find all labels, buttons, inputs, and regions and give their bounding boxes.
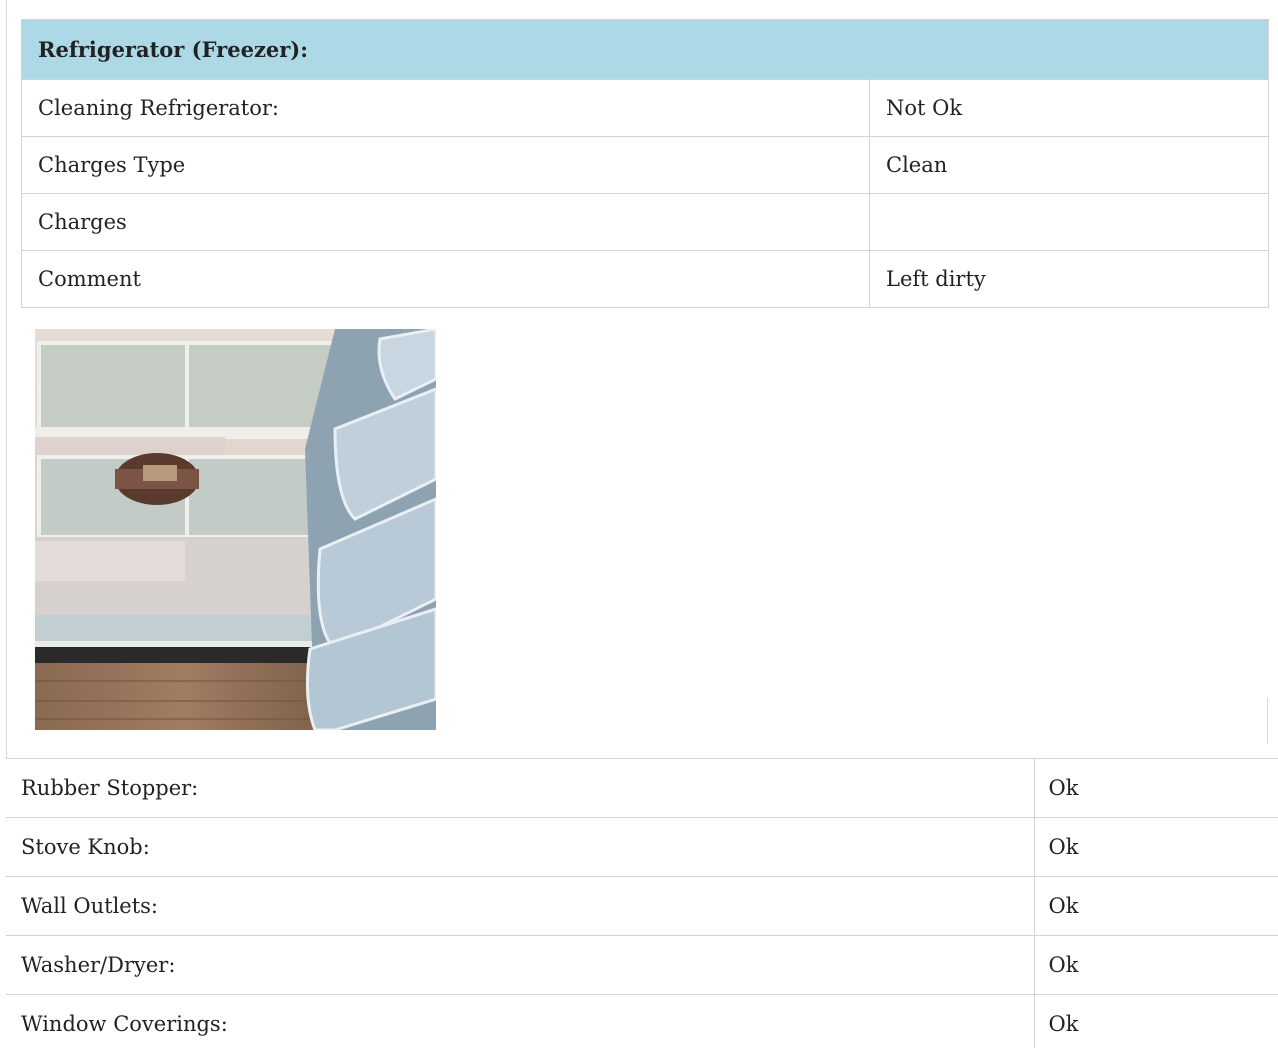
inspection-page: Refrigerator (Freezer): Cleaning Refrige… — [0, 0, 1278, 1048]
section-header-row: Refrigerator (Freezer): — [21, 19, 1269, 80]
item-label-washer-dryer: Washer/Dryer: — [6, 935, 1034, 995]
section-title: Refrigerator (Freezer): — [21, 19, 870, 80]
refrigerator-photo[interactable] — [35, 329, 436, 730]
table-row: Charges Type Clean — [21, 136, 1269, 194]
row-value-cleaning-refrigerator: Not Ok — [869, 79, 1269, 137]
item-value-washer-dryer: Ok — [1033, 935, 1278, 995]
section-title-value — [869, 19, 1269, 80]
table-row: Charges — [21, 193, 1269, 251]
item-label-wall-outlets: Wall Outlets: — [6, 876, 1034, 936]
item-value-window-coverings: Ok — [1033, 994, 1278, 1048]
outer-border-left — [6, 0, 7, 758]
table-row: Washer/Dryer: Ok — [6, 935, 1278, 995]
row-label-comment: Comment — [21, 250, 870, 308]
item-value-stove-knob: Ok — [1033, 817, 1278, 877]
row-label-cleaning-refrigerator: Cleaning Refrigerator: — [21, 79, 870, 137]
item-value-rubber-stopper: Ok — [1033, 758, 1278, 818]
table-row: Wall Outlets: Ok — [6, 876, 1278, 936]
outer-border-right — [1267, 698, 1268, 744]
item-label-stove-knob: Stove Knob: — [6, 817, 1034, 877]
row-label-charges: Charges — [21, 193, 870, 251]
refrigerator-section-table: Refrigerator (Freezer): Cleaning Refrige… — [21, 19, 1269, 308]
table-row: Stove Knob: Ok — [6, 817, 1278, 877]
row-value-charges-type: Clean — [869, 136, 1269, 194]
item-label-rubber-stopper: Rubber Stopper: — [6, 758, 1034, 818]
items-table: Rubber Stopper: Ok Stove Knob: Ok Wall O… — [6, 758, 1278, 1048]
item-value-wall-outlets: Ok — [1033, 876, 1278, 936]
row-value-comment: Left dirty — [869, 250, 1269, 308]
table-row: Window Coverings: Ok — [6, 994, 1278, 1048]
table-row: Cleaning Refrigerator: Not Ok — [21, 79, 1269, 137]
table-row: Rubber Stopper: Ok — [6, 758, 1278, 818]
item-label-window-coverings: Window Coverings: — [6, 994, 1034, 1048]
table-row: Comment Left dirty — [21, 250, 1269, 308]
row-label-charges-type: Charges Type — [21, 136, 870, 194]
row-value-charges — [869, 193, 1269, 251]
